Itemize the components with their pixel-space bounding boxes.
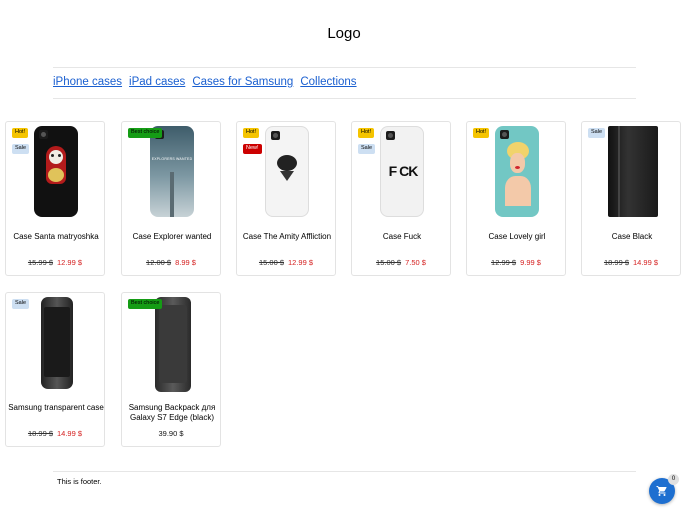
badge-new: New! [243, 144, 262, 154]
product-image [34, 126, 78, 217]
old-price: 18.99 $ [27, 429, 53, 438]
product-image [495, 126, 539, 217]
main-nav: iPhone cases iPad cases Cases for Samsun… [53, 76, 357, 88]
badge-best-choice: Best choice [128, 128, 163, 138]
product-price: 15.00 $7.50 $ [352, 258, 450, 267]
badge-sale: Sale [588, 128, 606, 138]
old-price: 12.99 $ [491, 258, 517, 267]
product-image [265, 126, 309, 217]
product-card[interactable]: EXPLORERS WANTED Best choice Case Explor… [121, 121, 221, 276]
sale-price: 7.50 $ [405, 258, 426, 267]
old-price: 15.00 $ [376, 258, 402, 267]
badge-sale: Sale [12, 299, 30, 309]
sale-price: 12.99 $ [288, 258, 314, 267]
product-card[interactable]: Hot! Sale Case Santa matryoshka 15.99 $1… [5, 121, 105, 276]
nav-divider [53, 98, 636, 99]
footer-text: This is footer. [57, 477, 102, 486]
product-title[interactable]: Case Fuck [354, 232, 450, 242]
badge-hot: Hot! [358, 128, 375, 138]
product-title[interactable]: Samsung transparent case [8, 403, 104, 413]
product-price: 12.99 $9.99 $ [467, 258, 565, 267]
product-title[interactable]: Case Black [584, 232, 680, 242]
old-price: 18.99 $ [603, 258, 629, 267]
product-print-text: EXPLORERS WANTED [151, 157, 193, 161]
product-title[interactable]: Case Explorer wanted [124, 232, 220, 242]
old-price: 15.99 $ [27, 258, 53, 267]
product-title[interactable]: Case Lovely girl [469, 232, 565, 242]
nav-link-samsung-cases[interactable]: Cases for Samsung [192, 76, 293, 88]
product-title[interactable]: Case Santa matryoshka [8, 232, 104, 242]
sale-price: 9.99 $ [520, 258, 541, 267]
product-card[interactable]: Sale Case Black 18.99 $ 14.99 $ [581, 121, 681, 276]
product-title[interactable]: Case The Amity Affliction [239, 232, 335, 242]
product-price: 15.00 $ 12.99 $ [237, 258, 335, 267]
product-card[interactable]: F CK Hot! Sale Case Fuck 15.00 $7.50 $ [351, 121, 451, 276]
badge-hot: Hot! [12, 128, 29, 138]
product-image [41, 297, 73, 389]
sale-price: 14.99 $ [633, 258, 659, 267]
product-image: EXPLORERS WANTED [150, 126, 194, 217]
product-title[interactable]: Samsung Backpack для Galaxy S7 Edge (bla… [124, 403, 220, 423]
product-price: 39.90 $ [122, 429, 220, 438]
sale-price: 12.99 $ [57, 258, 83, 267]
badge-hot: Hot! [473, 128, 490, 138]
cart-count-badge: 0 [668, 474, 679, 485]
product-image [608, 126, 658, 217]
product-price: 18.99 $ 14.99 $ [582, 258, 680, 267]
footer-divider [53, 471, 636, 472]
sale-price: 14.99 $ [57, 429, 83, 438]
nav-link-collections[interactable]: Collections [300, 76, 356, 88]
nav-link-ipad-cases[interactable]: iPad cases [129, 76, 185, 88]
product-image [155, 297, 191, 392]
badge-sale: Sale [358, 144, 376, 154]
sale-price: 8.99 $ [175, 258, 196, 267]
product-card[interactable]: Hot! Case Lovely girl 12.99 $9.99 $ [466, 121, 566, 276]
product-image: F CK [380, 126, 424, 217]
shopping-cart-icon [656, 486, 667, 496]
product-card[interactable]: Sale Samsung transparent case 18.99 $ 14.… [5, 292, 105, 447]
product-card[interactable]: Best choice Samsung Backpack для Galaxy … [121, 292, 221, 447]
nav-link-iphone-cases[interactable]: iPhone cases [53, 76, 122, 88]
product-card[interactable]: Hot! New! Case The Amity Affliction 15.0… [236, 121, 336, 276]
product-price: 12.00 $8.99 $ [122, 258, 220, 267]
badge-best-choice: Best choice [128, 299, 163, 309]
logo[interactable]: Logo [0, 25, 688, 42]
badge-sale: Sale [12, 144, 30, 154]
product-price: 15.99 $ 12.99 $ [6, 258, 104, 267]
product-print-text: F CK [388, 163, 419, 179]
old-price: 12.00 $ [146, 258, 172, 267]
price: 39.90 $ [158, 429, 184, 438]
badge-hot: Hot! [243, 128, 260, 138]
header-divider [53, 67, 636, 68]
product-price: 18.99 $ 14.99 $ [6, 429, 104, 438]
old-price: 15.00 $ [258, 258, 284, 267]
